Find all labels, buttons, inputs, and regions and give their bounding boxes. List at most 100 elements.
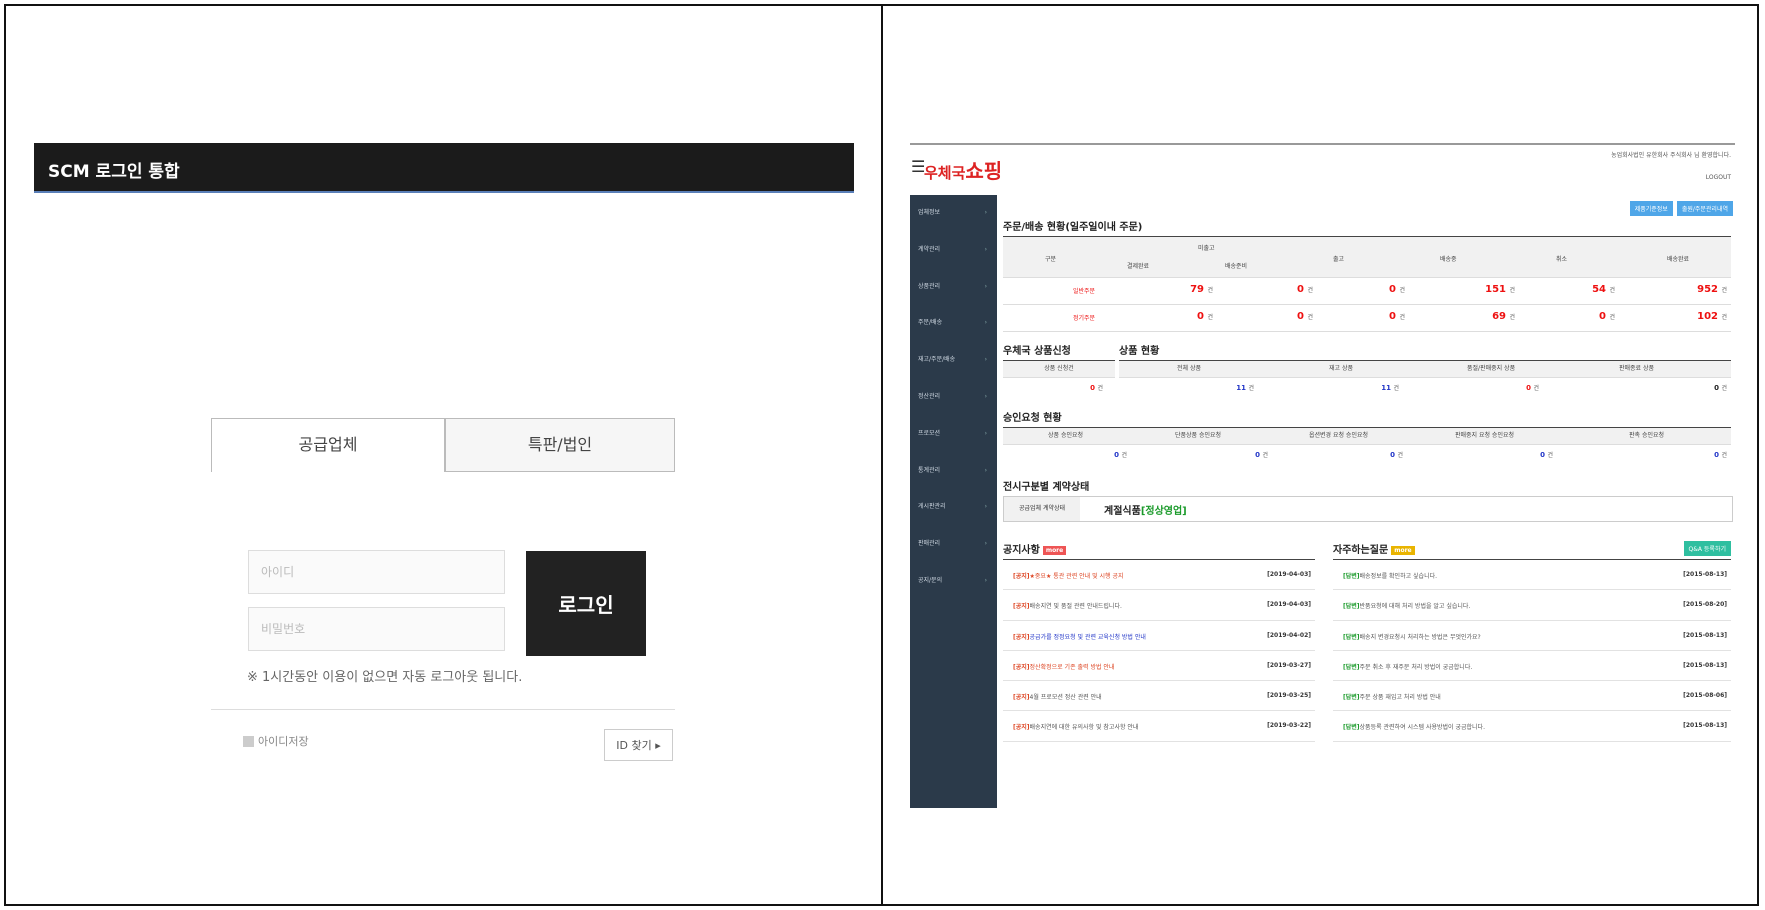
find-id-button[interactable]: ID 찾기 ▸ xyxy=(604,729,673,761)
col-header: 단품상품 승인요청 xyxy=(1175,432,1222,439)
shop-logo[interactable]: 우체국쇼핑 xyxy=(924,155,1002,184)
approval-count[interactable]: 0 건 xyxy=(1278,450,1403,459)
logo-prefix: 우체국 xyxy=(924,164,966,182)
order-count[interactable]: 0 건 xyxy=(1323,311,1405,322)
notice-item[interactable]: [공지]배송지연에 대한 유의사항 및 참고사항 안내 [2019-03-22] xyxy=(1003,711,1315,742)
notice-item[interactable]: [공지]★중요★ 통관 관련 안내 및 시행 공지 [2019-04-03] xyxy=(1003,560,1315,591)
shop-sidebar: 업체정보 계약관리 상품관리 주문/배송 재고/주문/배송 정산관리 프로모션 … xyxy=(910,195,997,808)
row-label[interactable]: 정기주문 xyxy=(1073,313,1095,322)
notice-title: 공지사항 more xyxy=(1003,541,1067,556)
post-goods-table: 상품 신청건 0 건 xyxy=(1003,360,1115,403)
notice-more-badge[interactable]: more xyxy=(1042,545,1067,555)
col-header: 배송준비 xyxy=(1225,263,1248,270)
faq-item[interactable]: [답변]주문 상품 재입고 처리 방법 안내 [2015-08-06] xyxy=(1333,681,1731,712)
sidebar-item[interactable]: 공지/문의 xyxy=(910,563,997,600)
faq-item[interactable]: [답변]반품요청에 대해 처리 방법을 알고 싶습니다. [2015-08-20] xyxy=(1333,590,1731,621)
approval-header: 상품 승인요청 단품상품 승인요청 옵션변경 요청 승인요청 판매중지 요청 승… xyxy=(1003,428,1731,445)
col-header: 판매종료 상품 xyxy=(1619,365,1655,372)
faq-more-badge[interactable]: more xyxy=(1391,545,1415,555)
sidebar-item[interactable]: 정산관리 xyxy=(910,379,997,416)
goods-count[interactable]: 0 건 xyxy=(1559,383,1727,392)
sidebar-item[interactable]: 판매관리 xyxy=(910,526,997,563)
sidebar-item[interactable]: 프로모션 xyxy=(910,416,997,453)
welcome-text: 농업회사법인 유한회사 주식회사 님 환영합니다. xyxy=(1611,152,1731,159)
col-header: 품절/판매중지 상품 xyxy=(1467,365,1516,372)
goods-count[interactable]: 0 건 xyxy=(1409,383,1539,392)
remember-id[interactable]: 아이디저장 xyxy=(243,733,309,749)
top-button[interactable]: 출원/주문관리내역 xyxy=(1676,201,1733,216)
col-header: 결제완료 xyxy=(1127,263,1150,270)
col-header: 취소 xyxy=(1556,256,1568,263)
goods-count[interactable]: 11 건 xyxy=(1269,383,1399,392)
faq-item[interactable]: [답변]상품등록 관련하여 시스템 사용방법이 궁금합니다. [2015-08-1… xyxy=(1333,711,1731,742)
order-count[interactable]: 69 건 xyxy=(1423,311,1515,322)
sidebar-item[interactable]: 업체정보 xyxy=(910,195,997,232)
sidebar-item[interactable]: 게시판관리 xyxy=(910,489,997,526)
row-label[interactable]: 일반주문 xyxy=(1073,286,1095,295)
notice-item[interactable]: [공지]배송지연 및 품절 관련 안내드립니다. [2019-04-03] xyxy=(1003,590,1315,621)
faq-item[interactable]: [답변]주문 취소 후 재주문 처리 방법이 궁금합니다. [2015-08-13… xyxy=(1333,651,1731,682)
col-header: 상품 신청건 xyxy=(1003,361,1115,378)
col-header: 재고 상품 xyxy=(1329,365,1353,372)
col-header: 옵션변경 요청 승인요청 xyxy=(1309,432,1369,439)
logo-main: 쇼핑 xyxy=(965,159,1003,183)
auto-logout-notice: ※ 1시간동안 이용이 없으면 자동 로그아웃 됩니다. xyxy=(247,670,523,685)
sidebar-item[interactable]: 계약관리 xyxy=(910,232,997,269)
order-count[interactable]: 102 건 xyxy=(1623,311,1727,322)
col-header: 판매중지 요청 승인요청 xyxy=(1455,432,1515,439)
order-count[interactable]: 151 건 xyxy=(1423,284,1515,295)
faq-item[interactable]: [답변]배송지 변경요청시 처리하는 방법은 무엇인가요? [2015-08-13… xyxy=(1333,621,1731,651)
panel-divider xyxy=(881,4,883,906)
faq-register-button[interactable]: Q&A 등록하기 xyxy=(1683,541,1731,556)
order-count[interactable]: 79 건 xyxy=(1123,284,1213,295)
sidebar-item[interactable]: 재고/주문/배송 xyxy=(910,342,997,379)
orders-row: 정기주문 0 건 0 건 0 건 69 건 0 건 102 건 xyxy=(1003,304,1731,332)
separator xyxy=(211,709,675,710)
orders-table: 구분 미출고 결제완료 배송준비 출고 배송중 취소 배송완료 일반주문 79 … xyxy=(1003,236,1731,332)
post-goods-count[interactable]: 0 건 xyxy=(1003,383,1103,392)
col-header: 전체 상품 xyxy=(1177,365,1201,372)
approval-count[interactable]: 0 건 xyxy=(1413,450,1553,459)
approval-count[interactable]: 0 건 xyxy=(1003,450,1127,459)
approval-title: 승인요청 현황 xyxy=(1003,413,1062,424)
orders-title: 주문/배송 현황(일주일이내 주문) xyxy=(1003,222,1143,233)
faq-list: [답변]배송정보를 확인하고 싶습니다. [2015-08-13] [답변]반품요… xyxy=(1333,559,1731,742)
approval-count[interactable]: 0 건 xyxy=(1138,450,1268,459)
login-header: SCM 로그인 통합 xyxy=(34,143,854,193)
password-input[interactable] xyxy=(248,607,505,651)
sidebar-item[interactable]: 통계관리 xyxy=(910,453,997,490)
faq-item[interactable]: [답변]배송정보를 확인하고 싶습니다. [2015-08-13] xyxy=(1333,560,1731,591)
order-count[interactable]: 952 건 xyxy=(1623,284,1727,295)
logout-link[interactable]: LOGOUT xyxy=(1706,174,1731,181)
sidebar-item[interactable]: 주문/배송 xyxy=(910,305,997,342)
contract-value[interactable]: 계절식품[정상영업] xyxy=(1104,502,1187,517)
tab-supplier[interactable]: 공급업체 xyxy=(211,418,445,472)
order-count[interactable]: 0 건 xyxy=(1223,284,1313,295)
notice-item[interactable]: [공지]4월 프로모션 정산 관련 안내 [2019-03-25] xyxy=(1003,681,1315,712)
order-count[interactable]: 0 건 xyxy=(1223,311,1313,322)
order-count[interactable]: 0 건 xyxy=(1123,311,1213,322)
col-header: 구분 xyxy=(1045,256,1057,263)
tab-corporate[interactable]: 특판/법인 xyxy=(445,418,675,472)
login-button[interactable]: 로그인 xyxy=(526,551,646,656)
login-tabs: 공급업체 특판/법인 xyxy=(211,418,675,472)
approval-table: 상품 승인요청 단품상품 승인요청 옵션변경 요청 승인요청 판매중지 요청 승… xyxy=(1003,427,1731,470)
remember-label: 아이디저장 xyxy=(258,735,309,748)
id-input[interactable] xyxy=(248,550,505,594)
remember-checkbox[interactable] xyxy=(243,735,254,747)
shop-topbar: ☰ 우체국쇼핑 농업회사법인 유한회사 주식회사 님 환영합니다. LOGOUT xyxy=(910,145,1735,193)
order-count[interactable]: 0 건 xyxy=(1523,311,1615,322)
order-count[interactable]: 54 건 xyxy=(1523,284,1615,295)
approval-count[interactable]: 0 건 xyxy=(1563,450,1727,459)
faq-title: 자주하는질문 more xyxy=(1333,541,1415,556)
notice-item[interactable]: [공지]정산확정으로 기존 출력 방법 안내 [2019-03-27] xyxy=(1003,651,1315,682)
orders-row: 일반주문 79 건 0 건 0 건 151 건 54 건 952 건 xyxy=(1003,277,1731,305)
notice-item[interactable]: [공지]공급가를 정정요청 및 관련 교육신청 방법 안내 [2019-04-02… xyxy=(1003,621,1315,651)
shop-admin-screen: ☰ 우체국쇼핑 농업회사법인 유한회사 주식회사 님 환영합니다. LOGOUT… xyxy=(910,143,1735,808)
order-count[interactable]: 0 건 xyxy=(1323,284,1405,295)
sidebar-item[interactable]: 상품관리 xyxy=(910,269,997,306)
goods-count[interactable]: 11 건 xyxy=(1119,383,1254,392)
post-goods-title: 우체국 상품신청 xyxy=(1003,346,1071,357)
top-button[interactable]: 제품기준정보 xyxy=(1629,201,1673,216)
login-header-title: SCM 로그인 통합 xyxy=(48,162,180,182)
